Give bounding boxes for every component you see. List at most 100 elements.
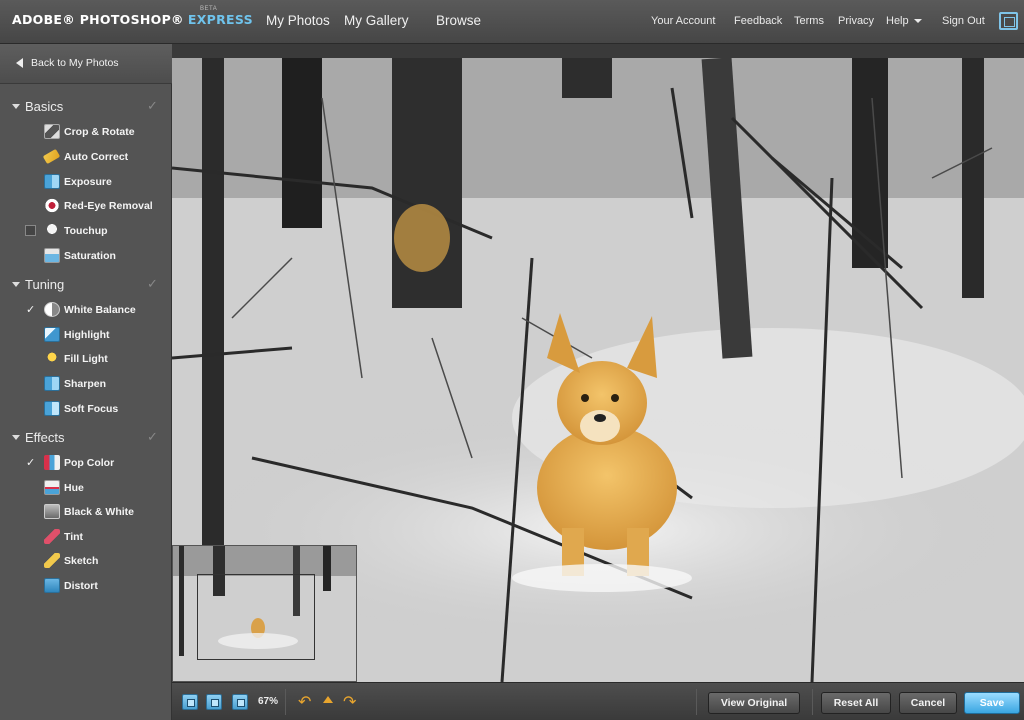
checkmark-icon: ✓ xyxy=(147,98,158,113)
reset-all-button[interactable]: Reset All xyxy=(821,692,891,714)
arrow-left-icon xyxy=(16,58,23,68)
soft-focus-icon xyxy=(44,401,60,416)
tool-label: Soft Focus xyxy=(64,403,119,415)
tool-soft-focus[interactable]: Soft Focus xyxy=(0,398,172,420)
chevron-down-icon xyxy=(12,104,20,109)
help-label: Help xyxy=(886,15,909,27)
link-sign-out[interactable]: Sign Out xyxy=(942,15,985,27)
tool-label: Distort xyxy=(64,580,98,592)
tool-highlight[interactable]: Highlight xyxy=(0,324,172,346)
fullscreen-icon[interactable] xyxy=(999,12,1018,30)
pencil-icon xyxy=(44,553,60,568)
tool-label: Sketch xyxy=(64,555,99,567)
top-bar: ADOBE® PHOTOSHOP® EXPRESS BETA My Photos… xyxy=(0,0,1024,44)
link-feedback[interactable]: Feedback xyxy=(734,15,782,27)
revert-step-icon[interactable] xyxy=(323,696,333,703)
nav-browse[interactable]: Browse xyxy=(436,13,481,28)
divider xyxy=(812,689,813,715)
back-label: Back to My Photos xyxy=(31,57,119,69)
viewport-frame[interactable] xyxy=(197,574,315,660)
nav-my-photos[interactable]: My Photos xyxy=(266,13,330,28)
tool-sharpen[interactable]: Sharpen xyxy=(0,373,172,395)
crop-icon xyxy=(44,124,60,139)
tool-black-white[interactable]: Black & White xyxy=(0,501,172,523)
tool-label: Touchup xyxy=(64,225,108,237)
tool-label: Hue xyxy=(64,482,84,494)
chevron-down-icon xyxy=(12,282,20,287)
tool-label: White Balance xyxy=(64,304,136,316)
app-logo[interactable]: ADOBE® PHOTOSHOP® EXPRESS BETA xyxy=(12,6,253,32)
brand-adobe-photoshop: ADOBE® PHOTOSHOP® xyxy=(12,12,184,27)
section-tuning[interactable]: Tuning ✓ xyxy=(0,273,172,297)
tool-red-eye-removal[interactable]: Red-Eye Removal xyxy=(0,195,172,217)
exposure-icon xyxy=(44,174,60,189)
tool-label: Sharpen xyxy=(64,378,107,390)
link-your-account[interactable]: Your Account xyxy=(651,15,715,27)
lightbulb-icon xyxy=(44,351,60,366)
bottom-toolbar: 67% ↶ ↷ View Original Reset All Cancel S… xyxy=(172,682,1024,720)
brush-icon xyxy=(44,529,60,544)
tool-label: Exposure xyxy=(64,176,112,188)
navigator-thumbnail[interactable] xyxy=(172,545,357,682)
hue-icon xyxy=(44,480,60,495)
section-title: Basics xyxy=(25,99,64,114)
sharpen-icon xyxy=(44,376,60,391)
tool-label: Black & White xyxy=(64,506,135,518)
tool-saturation[interactable]: Saturation xyxy=(0,245,172,267)
tool-distort[interactable]: Distort xyxy=(0,575,172,597)
zoom-in-icon[interactable] xyxy=(232,694,248,710)
tool-label: Red-Eye Removal xyxy=(64,200,153,212)
zoom-fit-icon[interactable] xyxy=(182,694,198,710)
tool-exposure[interactable]: Exposure xyxy=(0,171,172,193)
black-white-icon xyxy=(44,504,60,519)
tool-label: Auto Correct xyxy=(64,151,129,163)
saturation-icon xyxy=(44,248,60,263)
cancel-button[interactable]: Cancel xyxy=(899,692,957,714)
hand-icon xyxy=(44,223,60,238)
divider xyxy=(285,689,286,715)
tool-label: Fill Light xyxy=(64,353,108,365)
highlight-icon xyxy=(44,327,60,342)
back-to-my-photos-button[interactable]: Back to My Photos xyxy=(0,44,172,84)
tool-touchup[interactable]: Touchup xyxy=(0,220,172,242)
section-effects[interactable]: Effects ✓ xyxy=(0,426,172,450)
checkmark-icon: ✓ xyxy=(147,429,158,444)
checkbox[interactable] xyxy=(25,225,36,236)
sidebar: Back to My Photos Basics ✓ Crop & Rotate… xyxy=(0,44,172,720)
link-terms[interactable]: Terms xyxy=(794,15,824,27)
brand-beta: BETA xyxy=(200,6,218,12)
tool-label: Tint xyxy=(64,531,84,543)
checkmark-icon: ✓ xyxy=(26,457,36,469)
wand-icon xyxy=(42,148,61,165)
zoom-actual-icon[interactable] xyxy=(206,694,222,710)
zoom-level: 67% xyxy=(258,696,279,707)
tool-auto-correct[interactable]: Auto Correct xyxy=(0,146,172,168)
link-help[interactable]: Help xyxy=(886,15,922,27)
tool-label: Crop & Rotate xyxy=(64,126,135,138)
tool-sketch[interactable]: Sketch xyxy=(0,550,172,572)
undo-icon[interactable]: ↶ xyxy=(298,692,311,711)
link-privacy[interactable]: Privacy xyxy=(838,15,874,27)
tool-crop-rotate[interactable]: Crop & Rotate xyxy=(0,121,172,143)
save-button[interactable]: Save xyxy=(964,692,1020,714)
tool-label: Saturation xyxy=(64,250,116,262)
tool-label: Highlight xyxy=(64,329,110,341)
redo-icon[interactable]: ↷ xyxy=(343,692,356,711)
tool-white-balance[interactable]: ✓ White Balance xyxy=(0,299,172,321)
tool-fill-light[interactable]: Fill Light xyxy=(0,348,172,370)
nav-my-gallery[interactable]: My Gallery xyxy=(344,13,409,28)
view-original-button[interactable]: View Original xyxy=(708,692,800,714)
chevron-down-icon xyxy=(913,19,922,24)
section-title: Effects xyxy=(25,430,65,445)
tool-tint[interactable]: Tint xyxy=(0,526,172,548)
brand-express: EXPRESS xyxy=(187,12,253,27)
tool-hue[interactable]: Hue xyxy=(0,477,172,499)
chevron-down-icon xyxy=(12,435,20,440)
checkmark-icon: ✓ xyxy=(147,276,158,291)
checkmark-icon: ✓ xyxy=(26,304,36,316)
tool-label: Pop Color xyxy=(64,457,115,469)
tool-pop-color[interactable]: ✓ Pop Color xyxy=(0,452,172,474)
section-basics[interactable]: Basics ✓ xyxy=(0,95,172,119)
red-eye-icon xyxy=(44,198,60,213)
section-title: Tuning xyxy=(25,277,65,292)
